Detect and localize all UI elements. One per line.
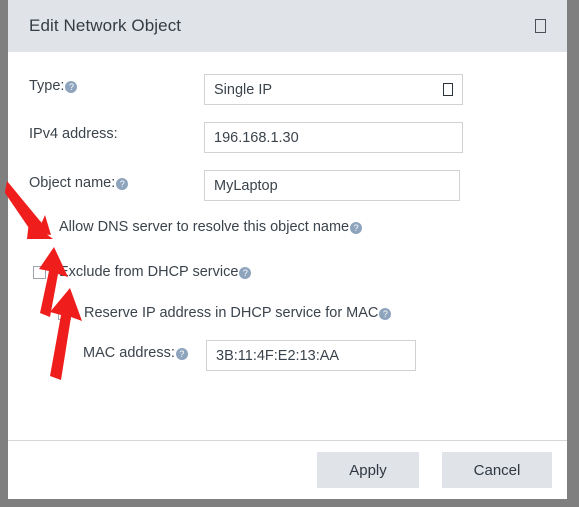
exclude-dhcp-label: Exclude from DHCP service bbox=[59, 264, 239, 280]
mac-address-input[interactable]: 3B:11:4F:E2:13:AA bbox=[206, 340, 416, 371]
chevron-down-icon bbox=[443, 83, 453, 96]
mac-address-label-group: MAC address:? bbox=[83, 345, 188, 361]
edit-network-object-dialog: Edit Network Object Type:? Single IP IPv… bbox=[5, 0, 567, 499]
close-box-glyph bbox=[534, 19, 546, 33]
dialog-body: Type:? Single IP IPv4 address: 196.168.1… bbox=[5, 52, 567, 440]
exclude-dhcp-checkbox[interactable] bbox=[33, 265, 46, 279]
allow-dns-label: Allow DNS server to resolve this object … bbox=[59, 219, 350, 235]
close-icon[interactable] bbox=[529, 15, 551, 37]
reserve-ip-checkbox[interactable] bbox=[58, 306, 71, 320]
type-label-group: Type:? bbox=[29, 78, 78, 94]
cancel-button[interactable]: Cancel bbox=[442, 452, 552, 488]
object-name-label: Object name: bbox=[29, 175, 116, 191]
mac-address-value: 3B:11:4F:E2:13:AA bbox=[216, 347, 340, 364]
exclude-dhcp-help-icon[interactable]: ? bbox=[239, 267, 252, 279]
type-select[interactable]: Single IP bbox=[204, 74, 463, 105]
type-select-value: Single IP bbox=[214, 81, 273, 98]
allow-dns-row: Allow DNS server to resolve this object … bbox=[33, 219, 363, 235]
exclude-dhcp-row: Exclude from DHCP service? bbox=[33, 264, 252, 280]
object-name-input[interactable]: MyLaptop bbox=[204, 170, 460, 201]
ipv4-label-group: IPv4 address: bbox=[29, 126, 118, 142]
dialog-footer: Apply Cancel bbox=[8, 440, 567, 499]
allow-dns-checkbox[interactable] bbox=[33, 220, 46, 234]
ipv4-address-value: 196.168.1.30 bbox=[214, 129, 299, 146]
mac-address-help-icon[interactable]: ? bbox=[175, 348, 188, 360]
type-label: Type: bbox=[29, 78, 65, 94]
object-name-help-icon[interactable]: ? bbox=[116, 178, 129, 190]
page-title: Edit Network Object bbox=[29, 16, 182, 35]
object-name-label-group: Object name:? bbox=[29, 175, 129, 191]
reserve-ip-row: Reserve IP address in DHCP service for M… bbox=[58, 305, 392, 321]
annotation-arrow-to-reserve-ip bbox=[50, 288, 82, 380]
ipv4-address-input[interactable]: 196.168.1.30 bbox=[204, 122, 463, 153]
type-help-icon[interactable]: ? bbox=[65, 81, 78, 93]
mac-address-label: MAC address: bbox=[83, 345, 175, 361]
apply-button[interactable]: Apply bbox=[317, 452, 419, 488]
dialog-title-bar: Edit Network Object bbox=[8, 0, 567, 52]
reserve-ip-help-icon[interactable]: ? bbox=[379, 308, 392, 320]
object-name-value: MyLaptop bbox=[214, 177, 278, 194]
reserve-ip-label: Reserve IP address in DHCP service for M… bbox=[84, 305, 379, 321]
allow-dns-help-icon[interactable]: ? bbox=[350, 222, 363, 234]
ipv4-address-label: IPv4 address: bbox=[29, 126, 118, 142]
